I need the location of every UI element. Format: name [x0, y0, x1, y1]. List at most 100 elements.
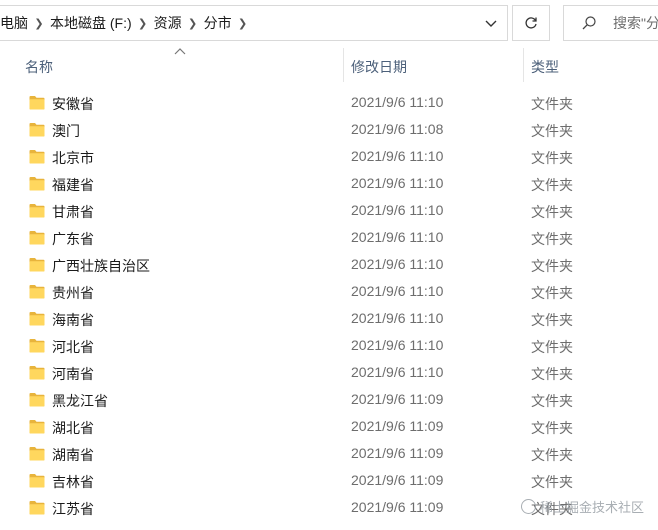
- file-row[interactable]: 甘肃省 2021/9/6 11:10 文件夹: [0, 198, 658, 225]
- file-row[interactable]: 吉林省 2021/9/6 11:09 文件夹: [0, 468, 658, 495]
- file-modified-date: 2021/9/6 11:10: [351, 148, 444, 164]
- file-modified-date: 2021/9/6 11:10: [351, 175, 444, 191]
- file-type: 文件夹: [531, 393, 573, 409]
- folder-icon: [29, 474, 45, 488]
- file-row[interactable]: 福建省 2021/9/6 11:10 文件夹: [0, 171, 658, 198]
- file-type: 文件夹: [531, 474, 573, 490]
- file-name: 海南省: [52, 312, 94, 328]
- chevron-right-icon[interactable]: ❯: [182, 17, 204, 30]
- file-modified-date: 2021/9/6 11:09: [351, 418, 444, 434]
- folder-icon: [29, 285, 45, 299]
- file-row[interactable]: 河南省 2021/9/6 11:10 文件夹: [0, 360, 658, 387]
- folder-icon: [29, 501, 45, 515]
- folder-icon: [29, 366, 45, 380]
- file-type: 文件夹: [531, 96, 573, 112]
- file-name: 吉林省: [52, 474, 94, 490]
- folder-icon: [29, 150, 45, 164]
- column-divider[interactable]: [343, 48, 344, 82]
- file-name: 湖南省: [52, 447, 94, 463]
- file-type: 文件夹: [531, 177, 573, 193]
- file-name: 福建省: [52, 177, 94, 193]
- file-row[interactable]: 贵州省 2021/9/6 11:10 文件夹: [0, 279, 658, 306]
- file-type: 文件夹: [531, 258, 573, 274]
- breadcrumb-item-drive[interactable]: 本地磁盘 (F:): [50, 13, 132, 33]
- folder-icon: [29, 447, 45, 461]
- file-type: 文件夹: [531, 150, 573, 166]
- file-modified-date: 2021/9/6 11:10: [351, 94, 444, 110]
- refresh-icon: [525, 17, 537, 29]
- column-header-date[interactable]: 修改日期: [351, 56, 407, 82]
- file-type: 文件夹: [531, 123, 573, 139]
- column-header-date-label: 修改日期: [351, 59, 407, 75]
- file-type: 文件夹: [531, 420, 573, 436]
- file-name: 贵州省: [52, 285, 94, 301]
- folder-icon: [29, 123, 45, 137]
- folder-icon: [29, 96, 45, 110]
- file-row[interactable]: 澳门 2021/9/6 11:08 文件夹: [0, 117, 658, 144]
- file-modified-date: 2021/9/6 11:09: [351, 391, 444, 407]
- file-row[interactable]: 广西壮族自治区 2021/9/6 11:10 文件夹: [0, 252, 658, 279]
- file-type: 文件夹: [531, 312, 573, 328]
- file-type: 文件夹: [531, 285, 573, 301]
- column-header-name[interactable]: 名称: [25, 56, 53, 82]
- chevron-right-icon[interactable]: ❯: [28, 17, 50, 30]
- file-modified-date: 2021/9/6 11:09: [351, 445, 444, 461]
- file-type: 文件夹: [531, 231, 573, 247]
- file-row[interactable]: 湖北省 2021/9/6 11:09 文件夹: [0, 414, 658, 441]
- chevron-right-icon[interactable]: ❯: [232, 17, 254, 30]
- folder-icon: [29, 258, 45, 272]
- file-name: 广东省: [52, 231, 94, 247]
- folder-icon: [29, 339, 45, 353]
- file-list: 安徽省 2021/9/6 11:10 文件夹 澳门 2021/9/6 11:08 文件夹北…: [0, 90, 658, 522]
- breadcrumb-label: 本地磁盘 (F:): [50, 15, 132, 31]
- file-name: 澳门: [52, 123, 80, 139]
- file-modified-date: 2021/9/6 11:10: [351, 364, 444, 380]
- chevron-right-icon[interactable]: ❯: [132, 17, 154, 30]
- file-type: 文件夹: [531, 447, 573, 463]
- file-modified-date: 2021/9/6 11:10: [351, 337, 444, 353]
- column-header-name-label: 名称: [25, 59, 53, 75]
- chevron-down-icon[interactable]: [483, 15, 499, 31]
- folder-icon: [29, 393, 45, 407]
- watermark-logo-icon: [520, 499, 536, 514]
- watermark: 稀土掘金技术社区: [520, 497, 644, 516]
- file-type: 文件夹: [531, 366, 573, 382]
- file-row[interactable]: 海南省 2021/9/6 11:10 文件夹: [0, 306, 658, 333]
- file-row[interactable]: 安徽省 2021/9/6 11:10 文件夹: [0, 90, 658, 117]
- breadcrumb-item-resources[interactable]: 资源: [154, 13, 182, 33]
- file-name: 河南省: [52, 366, 94, 382]
- file-row[interactable]: 广东省 2021/9/6 11:10 文件夹: [0, 225, 658, 252]
- breadcrumb-item-current[interactable]: 分市: [204, 13, 232, 33]
- refresh-button[interactable]: [512, 5, 550, 41]
- file-modified-date: 2021/9/6 11:09: [351, 472, 444, 488]
- search-placeholder: 搜索"分: [613, 15, 658, 31]
- file-row[interactable]: 河北省 2021/9/6 11:10 文件夹: [0, 333, 658, 360]
- file-name: 安徽省: [52, 96, 94, 112]
- file-modified-date: 2021/9/6 11:10: [351, 202, 444, 218]
- file-name: 河北省: [52, 339, 94, 355]
- file-name: 江苏省: [52, 501, 94, 517]
- file-name: 甘肃省: [52, 204, 94, 220]
- search-icon: [582, 16, 596, 30]
- column-header-type-label: 类型: [531, 59, 559, 75]
- file-type: 文件夹: [531, 339, 573, 355]
- address-bar[interactable]: 电脑 ❯ 本地磁盘 (F:) ❯ 资源 ❯ 分市 ❯: [0, 5, 508, 41]
- breadcrumb-label: 资源: [153, 15, 182, 31]
- breadcrumb-item-computer[interactable]: 电脑: [0, 13, 28, 33]
- file-row[interactable]: 湖南省 2021/9/6 11:09 文件夹: [0, 441, 658, 468]
- folder-icon: [29, 420, 45, 434]
- file-modified-date: 2021/9/6 11:10: [351, 256, 444, 272]
- folder-icon: [29, 177, 45, 191]
- file-row[interactable]: 黑龙江省 2021/9/6 11:09 文件夹: [0, 387, 658, 414]
- column-divider[interactable]: [523, 48, 524, 82]
- file-name: 北京市: [52, 150, 94, 166]
- file-modified-date: 2021/9/6 11:10: [351, 310, 444, 326]
- search-input[interactable]: 搜索"分: [563, 5, 658, 41]
- file-modified-date: 2021/9/6 11:09: [351, 499, 444, 515]
- file-row[interactable]: 北京市 2021/9/6 11:10 文件夹: [0, 144, 658, 171]
- sort-ascending-icon: [174, 48, 186, 55]
- column-header-type[interactable]: 类型: [531, 56, 559, 82]
- breadcrumb-label: 分市: [203, 15, 232, 31]
- file-type: 文件夹: [531, 204, 573, 220]
- file-name: 黑龙江省: [52, 393, 108, 409]
